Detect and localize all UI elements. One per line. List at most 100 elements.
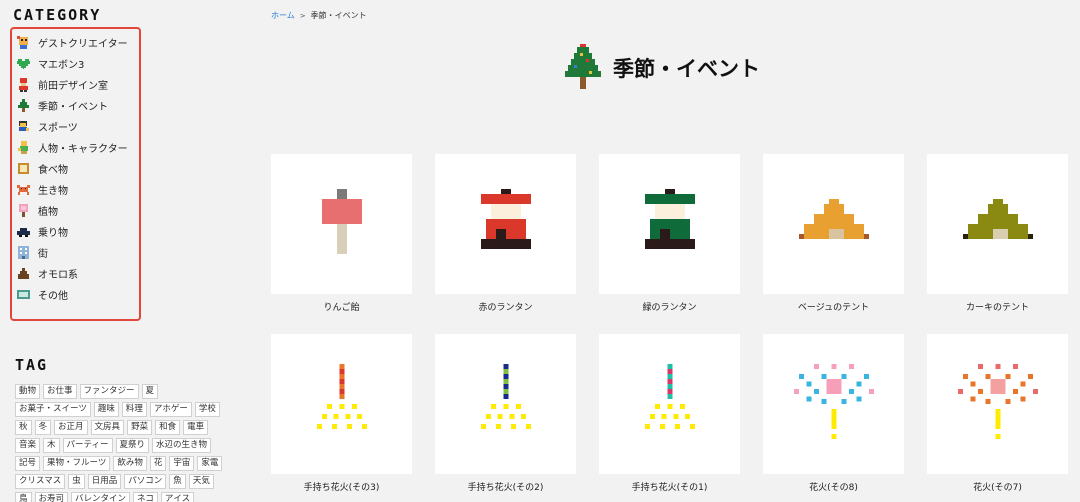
tag-item[interactable]: 水辺の生き物 [152, 438, 212, 453]
tag-item[interactable]: 家電 [197, 456, 223, 471]
tree-icon [18, 99, 29, 112]
sidebar: CATEGORY ゲストクリエイター マエボン3 前田デザイン室 季節・イベント… [0, 0, 240, 502]
tag-item[interactable]: 果物・フルーツ [43, 456, 111, 471]
category-item-vehicle[interactable]: 乗り物 [16, 221, 139, 242]
item-card-firework-8[interactable]: 花火(その8) [763, 334, 904, 494]
tag-item[interactable]: 文房具 [90, 420, 125, 435]
tag-item[interactable]: 学校 [194, 402, 220, 417]
category-item-season-event[interactable]: 季節・イベント [16, 95, 139, 116]
tag-item[interactable]: アホゲー [149, 402, 192, 417]
tag-item[interactable]: 木 [43, 438, 60, 453]
category-item-maeda-design[interactable]: 前田デザイン室 [16, 74, 139, 95]
tag-item[interactable]: 趣味 [93, 402, 119, 417]
item-card-sparkler-1[interactable]: 手持ち花火(その1) [599, 334, 740, 494]
tag-item[interactable]: パーティー [62, 438, 113, 453]
tag-item[interactable]: 夏祭り [115, 438, 150, 453]
item-thumbnail [927, 154, 1068, 294]
tag-item[interactable]: 鳥 [15, 492, 32, 502]
category-item-character[interactable]: 人物・キャラクター [16, 137, 139, 158]
tag-item[interactable]: 花 [149, 456, 167, 471]
item-thumbnail [599, 334, 740, 474]
tag-item[interactable]: お仕事 [43, 384, 77, 399]
item-card-khaki-tent[interactable]: カーキのテント [927, 154, 1068, 314]
category-item-guest-creator[interactable]: ゲストクリエイター [16, 32, 139, 53]
item-label: りんご飴 [323, 303, 360, 313]
tag-item[interactable]: クリスマス [15, 474, 66, 489]
tag-item[interactable]: 虫 [68, 474, 85, 489]
tag-item[interactable]: 日用品 [87, 474, 122, 489]
category-label: 植物 [38, 207, 58, 218]
guest-creator-icon [17, 36, 28, 49]
tag-item[interactable]: 宇宙 [169, 456, 195, 471]
tag-item[interactable]: 和食 [155, 420, 181, 435]
item-thumbnail [599, 154, 740, 294]
item-card-red-lantern[interactable]: 赤のランタン [435, 154, 576, 314]
item-thumbnail [763, 154, 904, 294]
plant-icon [19, 204, 28, 217]
category-item-food[interactable]: 食べ物 [16, 158, 139, 179]
tag-item[interactable]: ファンタジー [79, 384, 139, 399]
item-label: 花火(その8) [809, 483, 858, 493]
tag-item[interactable]: 音楽 [15, 438, 41, 453]
firework-pastel-icon [793, 364, 874, 439]
item-card-sparkler-2[interactable]: 手持ち花火(その2) [435, 334, 576, 494]
item-label: 手持ち花火(その3) [303, 483, 380, 493]
tag-item[interactable]: 秋 [15, 420, 32, 435]
item-grid: りんご飴 赤のランタン 緑のランタン ベージュのテント カーキのテント 手持ち花… [271, 154, 1068, 494]
category-item-maebon3[interactable]: マエボン3 [16, 53, 139, 74]
tag-item[interactable]: 野菜 [127, 420, 153, 435]
tag-item[interactable]: バレンタイン [71, 492, 131, 502]
category-label: スポーツ [38, 123, 78, 134]
category-label: マエボン3 [38, 60, 85, 71]
creature-icon [17, 185, 30, 195]
breadcrumb-home-link[interactable]: ホーム [271, 10, 295, 21]
category-label: 生き物 [38, 186, 68, 197]
item-label: ベージュのテント [797, 303, 870, 313]
tag-item[interactable]: 料理 [121, 402, 147, 417]
item-thumbnail [271, 154, 412, 294]
category-item-funny[interactable]: オモロ系 [16, 263, 139, 284]
category-heading: CATEGORY [13, 6, 102, 24]
item-card-firework-7[interactable]: 花火(その7) [927, 334, 1068, 494]
tag-item[interactable]: お菓子・スイーツ [15, 402, 91, 417]
item-thumbnail [763, 334, 904, 474]
sparkler-blue-icon [480, 364, 531, 429]
tag-item[interactable]: 記号 [15, 456, 41, 471]
category-item-creature[interactable]: 生き物 [16, 179, 139, 200]
category-item-sports[interactable]: スポーツ [16, 116, 139, 137]
tag-item[interactable]: お寿司 [34, 492, 69, 502]
category-item-other[interactable]: その他 [16, 284, 139, 305]
tag-item[interactable]: 夏 [141, 384, 159, 399]
tag-item[interactable]: 電車 [183, 420, 209, 435]
item-label: 手持ち花火(その2) [467, 483, 544, 493]
item-label: 緑のランタン [642, 303, 697, 313]
tag-item[interactable]: 動物 [15, 384, 41, 399]
character-icon [18, 141, 28, 154]
tag-item[interactable]: 冬 [34, 420, 52, 435]
category-item-town[interactable]: 街 [16, 242, 139, 263]
category-label: 前田デザイン室 [38, 81, 108, 92]
category-item-plant[interactable]: 植物 [16, 200, 139, 221]
tag-item[interactable]: アイス [160, 492, 195, 502]
tag-item[interactable]: パソコン [124, 474, 167, 489]
tag-item[interactable]: お正月 [54, 420, 88, 435]
green-lantern-icon [644, 189, 695, 249]
item-card-beige-tent[interactable]: ベージュのテント [763, 154, 904, 314]
beige-tent-icon [798, 199, 869, 239]
item-thumbnail [435, 154, 576, 294]
item-card-sparkler-3[interactable]: 手持ち花火(その3) [271, 334, 412, 494]
category-label: 人物・キャラクター [38, 144, 128, 155]
category-label: 季節・イベント [38, 102, 108, 113]
category-label: オモロ系 [38, 270, 78, 281]
tag-item[interactable]: 天気 [188, 474, 214, 489]
vehicle-icon [17, 228, 30, 237]
category-label: ゲストクリエイター [38, 39, 128, 50]
item-label: カーキのテント [965, 303, 1029, 313]
tag-item[interactable]: 魚 [169, 474, 186, 489]
tag-item[interactable]: ネコ [133, 492, 158, 502]
tag-item[interactable]: 飲み物 [113, 456, 147, 471]
breadcrumb: ホーム > 季節・イベント [271, 10, 367, 21]
item-label: 赤のランタン [478, 303, 533, 313]
item-card-candy-apple[interactable]: りんご飴 [271, 154, 412, 314]
item-card-green-lantern[interactable]: 緑のランタン [599, 154, 740, 314]
